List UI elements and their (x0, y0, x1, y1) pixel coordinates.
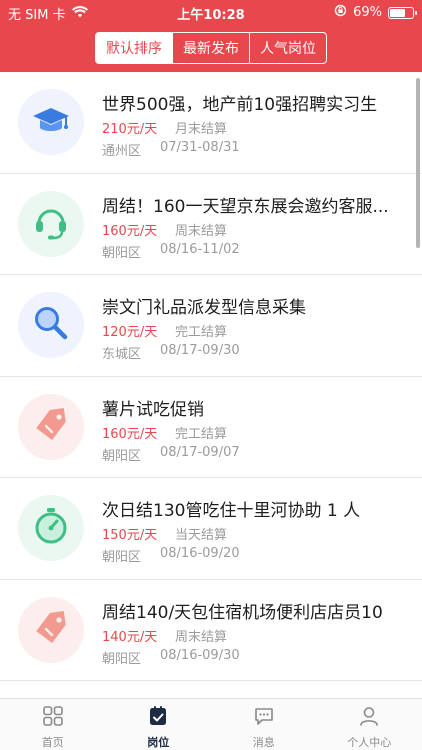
magnifier-icon (32, 304, 70, 346)
stopwatch-icon (32, 506, 70, 550)
job-item[interactable]: 周结！160一天望京东展会邀约客服... 160元/天 周末结算 朝阳区 08/… (0, 174, 422, 275)
job-item[interactable]: 周结140/天包住宿机场便利店店员10 140元/天 周末结算 朝阳区 08/1… (0, 580, 422, 681)
job-dates: 08/17-09/30 (160, 343, 240, 358)
clipboard-check-icon (147, 705, 169, 731)
job-salary: 120元/天 (102, 325, 158, 340)
price-tag-icon (32, 406, 70, 448)
job-list: 世界500强，地产前10强招聘实习生 210元/天 月末结算 通州区 07/31… (0, 72, 422, 698)
battery-percent: 69% (353, 5, 382, 20)
graduation-cap-icon (31, 104, 71, 140)
job-settlement: 月末结算 (175, 122, 228, 137)
tab-label: 个人中心 (347, 736, 392, 749)
job-item[interactable]: 薯片试吃促销 160元/天 完工结算 朝阳区 08/17-09/07 (0, 377, 422, 478)
job-item[interactable]: 崇文门礼品派发型信息采集 120元/天 完工结算 东城区 08/17-09/30 (0, 275, 422, 377)
job-settlement: 当天结算 (175, 528, 228, 543)
job-title: 薯片试吃促销 (102, 399, 204, 420)
job-salary: 150元/天 (102, 528, 158, 543)
job-title: 周结！160一天望京东展会邀约客服... (102, 196, 389, 217)
person-icon (358, 705, 380, 731)
job-dates: 07/31-08/31 (160, 140, 240, 155)
job-district: 朝阳区 (102, 245, 142, 261)
list-scrollbar[interactable] (416, 78, 420, 248)
job-salary: 160元/天 (102, 223, 158, 239)
status-right: 69% (334, 4, 417, 21)
headset-icon (33, 203, 69, 245)
grid-icon (42, 705, 64, 731)
nav-bar: 默认排序 最新发布 人气岗位 (0, 24, 422, 72)
job-district: 朝阳区 (102, 448, 142, 464)
job-dates: 08/17-09/07 (160, 444, 240, 460)
tab-jobs[interactable]: 岗位 (106, 699, 212, 750)
job-settlement: 周末结算 (175, 223, 228, 239)
job-salary: 160元/天 (102, 426, 158, 442)
job-dates: 08/16-09/30 (160, 647, 240, 663)
orientation-lock-icon (334, 4, 347, 21)
job-district: 东城区 (102, 347, 142, 362)
tab-label: 岗位 (147, 736, 170, 749)
sort-segmented-control: 默认排序 最新发布 人气岗位 (95, 32, 327, 64)
tab-label: 消息 (252, 736, 275, 749)
chat-bubble-icon (253, 705, 275, 731)
tab-default-sort[interactable]: 默认排序 (96, 33, 172, 63)
job-dates: 08/16-11/02 (160, 241, 240, 257)
status-bar: 无 SIM 卡 上午10:28 69% (0, 0, 422, 24)
job-item[interactable]: 次日结130管吃住十里河协助 1 人 150元/天 当天结算 朝阳区 08/16… (0, 478, 422, 580)
job-title: 周结140/天包住宿机场便利店店员10 (102, 602, 383, 623)
tab-profile[interactable]: 个人中心 (317, 699, 422, 750)
job-settlement: 完工结算 (175, 325, 228, 340)
job-dates: 08/16-09/20 (160, 546, 240, 561)
job-settlement: 周末结算 (175, 629, 228, 645)
tab-label: 首页 (41, 736, 64, 749)
job-salary: 210元/天 (102, 122, 158, 137)
tab-messages[interactable]: 消息 (211, 699, 317, 750)
job-district: 朝阳区 (102, 651, 142, 667)
job-salary: 140元/天 (102, 629, 158, 645)
battery-icon (388, 6, 417, 19)
bottom-tab-bar: 首页 岗位 消息 个人中心 (0, 698, 422, 750)
job-district: 朝阳区 (102, 550, 142, 565)
job-district: 通州区 (102, 144, 142, 159)
job-title: 次日结130管吃住十里河协助 1 人 (102, 501, 361, 521)
tab-latest[interactable]: 最新发布 (172, 33, 249, 63)
job-item[interactable]: 世界500强，地产前10强招聘实习生 210元/天 月末结算 通州区 07/31… (0, 72, 422, 174)
job-title: 崇文门礼品派发型信息采集 (102, 298, 306, 318)
price-tag-icon (32, 609, 70, 651)
job-settlement: 完工结算 (175, 426, 228, 442)
job-title: 世界500强，地产前10强招聘实习生 (102, 95, 378, 115)
tab-popular[interactable]: 人气岗位 (249, 33, 326, 63)
tab-home[interactable]: 首页 (0, 699, 106, 750)
